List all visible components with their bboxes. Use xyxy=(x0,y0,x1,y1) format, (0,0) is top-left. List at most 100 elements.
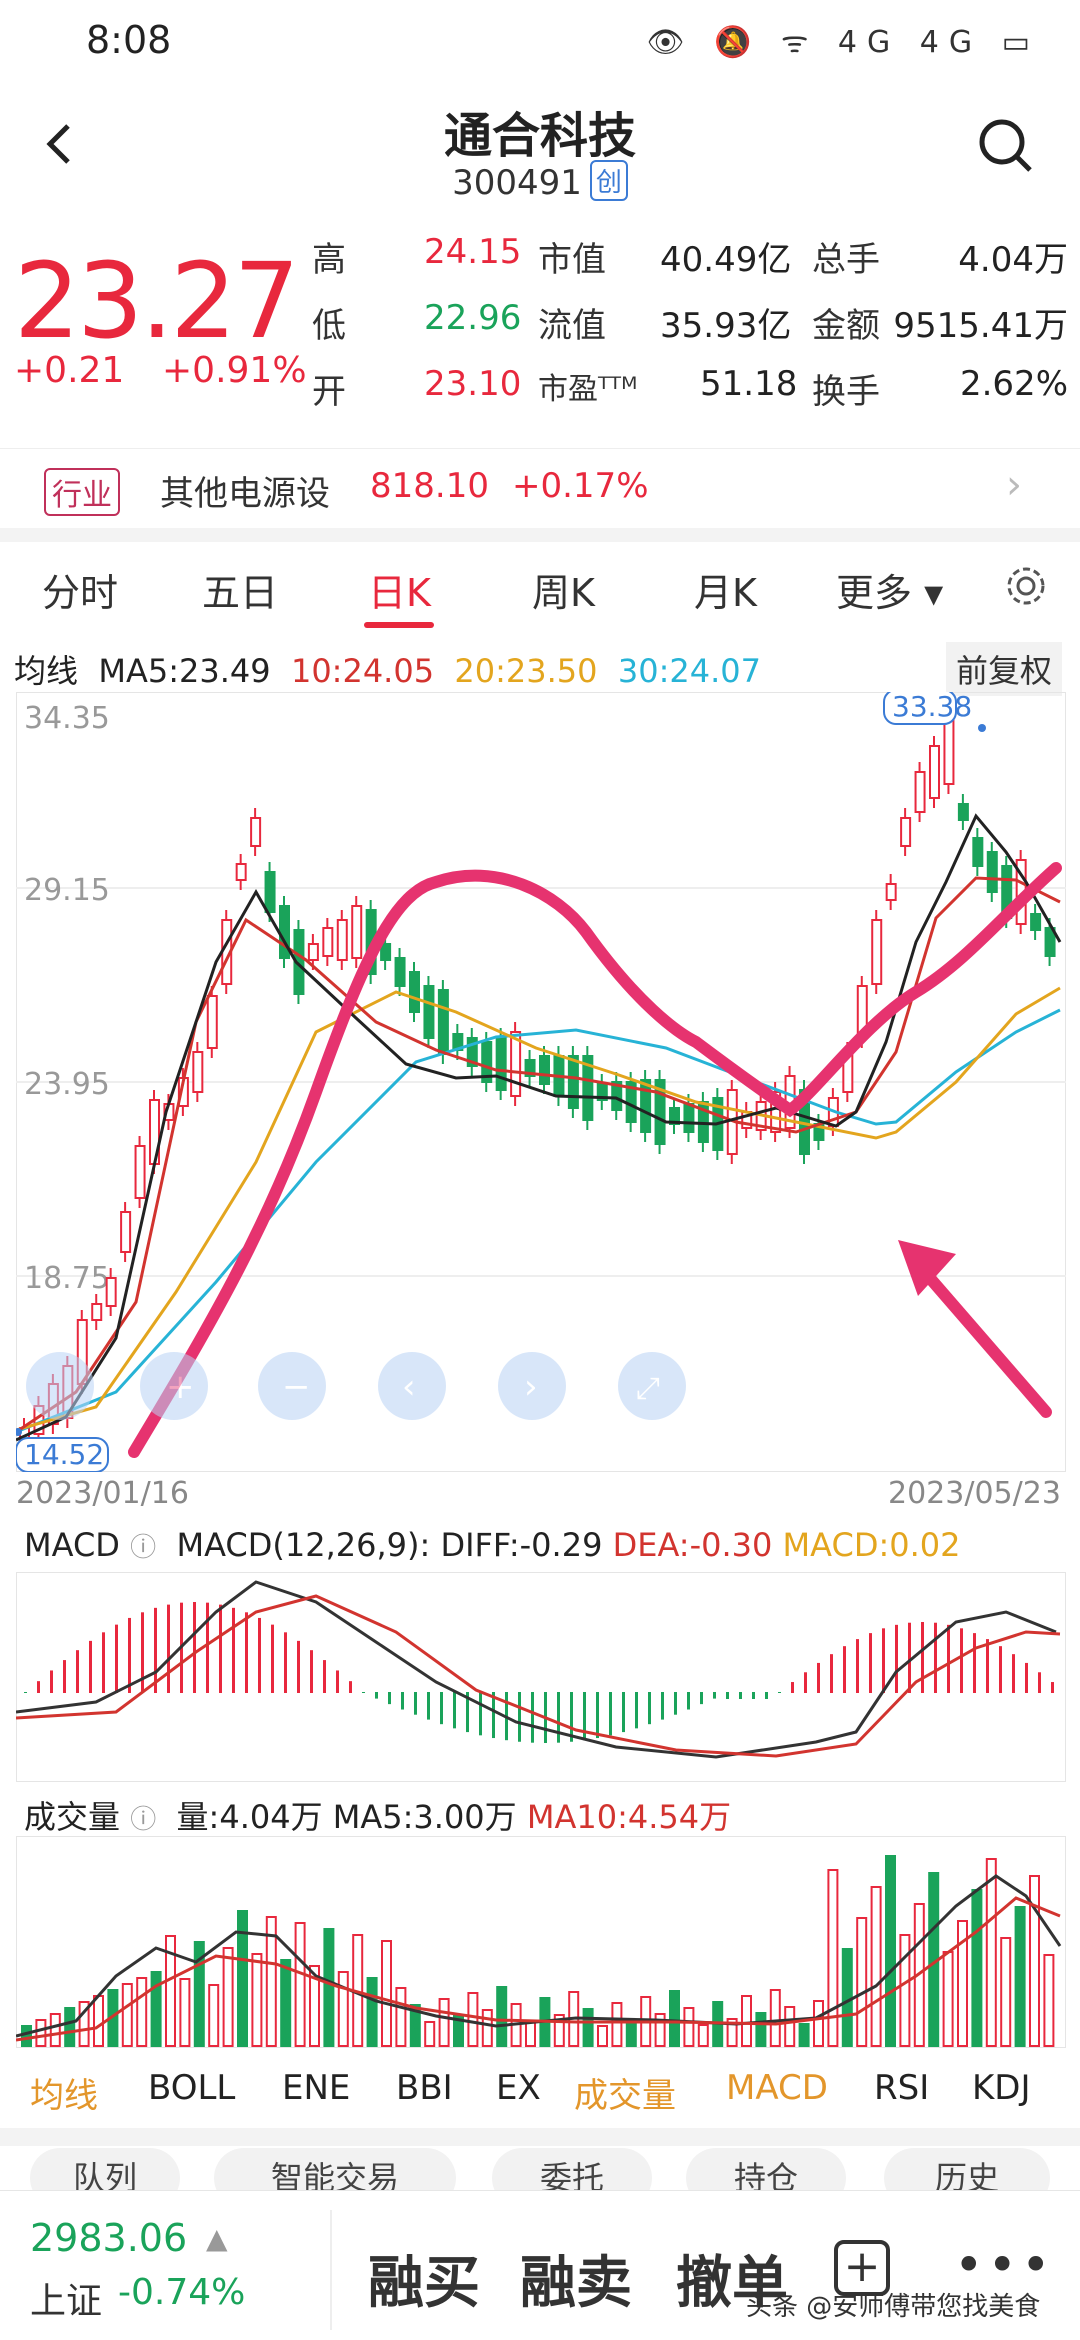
macd-bar xyxy=(622,1692,625,1733)
macd-bar xyxy=(89,1640,92,1693)
tab-daily-k[interactable]: 日K xyxy=(368,562,431,617)
margin-sell-button[interactable]: 融卖 xyxy=(520,2238,632,2319)
candle-body xyxy=(914,771,926,813)
help-icon[interactable]: ⓘ xyxy=(130,1805,156,1835)
tab-more[interactable]: 更多 ▾ xyxy=(836,562,943,617)
ind-tab-kdj[interactable]: KDJ xyxy=(972,2068,1031,2108)
macd-bar xyxy=(765,1692,768,1699)
macd-bar xyxy=(24,1692,27,1693)
candle-body xyxy=(986,851,998,893)
chart-controls: + − ‹ › ⤢ xyxy=(26,1352,686,1420)
volume-bar xyxy=(381,1940,392,2047)
volume-bar xyxy=(496,1986,508,2047)
macd-bar xyxy=(921,1622,924,1693)
minus-icon: − xyxy=(282,1367,311,1407)
kline-chart[interactable]: 34.35 29.15 23.95 18.75 33.38 14.52 + − … xyxy=(16,692,1066,1472)
volume-bar xyxy=(366,1977,378,2047)
macd-dea: DEA:-0.30 xyxy=(612,1526,773,1564)
value-high: 24.15 xyxy=(424,232,522,272)
volume-bar xyxy=(481,2009,493,2047)
macd-bar xyxy=(1012,1654,1015,1693)
volume-chart[interactable] xyxy=(16,1836,1066,2048)
macd-bar xyxy=(947,1624,950,1693)
settings-button[interactable] xyxy=(1004,564,1048,608)
macd-bar xyxy=(817,1662,820,1693)
candle-body xyxy=(929,745,940,799)
macd-bar xyxy=(271,1624,274,1693)
candle-body xyxy=(120,1211,132,1253)
macd-bar xyxy=(973,1633,976,1693)
volume-bar xyxy=(208,1984,220,2047)
tab-five-day[interactable]: 五日 xyxy=(202,562,278,617)
macd-bar xyxy=(76,1650,79,1693)
macd-bar xyxy=(414,1692,417,1715)
volume-bar xyxy=(741,1995,752,2047)
volume-bar xyxy=(827,1869,839,2047)
ind-tab-rsi[interactable]: RSI xyxy=(874,2068,929,2108)
macd-bar xyxy=(882,1628,885,1693)
candle-body xyxy=(871,919,883,985)
candle-body xyxy=(394,957,406,987)
candle-body xyxy=(351,905,363,959)
ind-tab-macd[interactable]: MACD xyxy=(726,2068,828,2108)
ind-tab-boll[interactable]: BOLL xyxy=(148,2068,235,2108)
volume-bar xyxy=(755,2012,767,2047)
industry-index: 818.10 xyxy=(370,466,489,506)
macd-chart[interactable] xyxy=(16,1572,1066,1782)
label-float-cap: 流值 xyxy=(538,306,606,346)
reset-button[interactable] xyxy=(26,1352,94,1420)
macd-bar xyxy=(258,1617,261,1693)
tab-monthly-k[interactable]: 月K xyxy=(694,562,757,617)
tab-weekly-k[interactable]: 周K xyxy=(532,562,595,617)
macd-bar xyxy=(531,1692,534,1743)
status-icons: 👁 🔕 ᯤ 4G 4G ▭ xyxy=(646,25,1040,60)
macd-bar xyxy=(739,1692,742,1699)
search-button[interactable] xyxy=(976,116,1036,176)
candle-body xyxy=(307,943,319,961)
volume-bars xyxy=(21,1855,1055,2047)
volume-bar xyxy=(49,2013,61,2047)
index-value[interactable]: 2983.06 xyxy=(30,2216,187,2260)
volume-bar xyxy=(222,1947,234,2047)
volume-bar xyxy=(856,1917,868,2047)
price-change: +0.21 xyxy=(14,350,125,391)
volume-bar xyxy=(683,2007,695,2047)
help-icon[interactable]: ⓘ xyxy=(130,1533,156,1563)
annotation-arrowhead xyxy=(898,1240,956,1296)
adjust-button[interactable]: 前复权 xyxy=(946,642,1063,696)
margin-buy-button[interactable]: 融买 xyxy=(368,2238,480,2319)
date-end: 2023/05/23 xyxy=(888,1476,1061,1511)
tab-intraday[interactable]: 分时 xyxy=(42,562,118,617)
candle-body xyxy=(423,985,435,1039)
candle-body xyxy=(567,1055,579,1109)
ind-tab-ene[interactable]: ENE xyxy=(282,2068,350,2108)
macd-bar xyxy=(310,1650,313,1693)
macd-bar xyxy=(1038,1672,1041,1693)
ind-tab-bbi[interactable]: BBI xyxy=(396,2068,453,2108)
y-tick: 23.95 xyxy=(24,1067,110,1102)
label-open: 开 xyxy=(312,372,346,412)
candle-body xyxy=(235,863,247,881)
ind-tab-ma[interactable]: 均线 xyxy=(30,2068,98,2117)
ind-tab-volume[interactable]: 成交量 xyxy=(574,2068,676,2117)
volume-bar xyxy=(525,2020,536,2047)
macd-bar xyxy=(869,1633,872,1693)
macd-bar xyxy=(206,1602,209,1693)
macd-bar xyxy=(830,1654,833,1693)
ind-tab-ex[interactable]: EX xyxy=(496,2068,541,2108)
value-turnover: 2.62% xyxy=(959,364,1068,404)
ma20-value: 20:23.50 xyxy=(454,652,598,690)
volume-bar xyxy=(899,1934,911,2047)
volume-ma10: MA10:4.54万 xyxy=(526,1798,732,1836)
stock-code: 300491 xyxy=(452,163,582,203)
macd-bar xyxy=(895,1624,898,1693)
candle-body xyxy=(105,1277,117,1307)
macd-bar xyxy=(1051,1682,1054,1693)
gear-icon xyxy=(1007,567,1045,605)
chevron-right-icon[interactable]: › xyxy=(1006,462,1022,508)
volume-bar xyxy=(769,1989,781,2047)
macd-bar xyxy=(648,1692,651,1725)
volume-bar xyxy=(395,1987,407,2047)
candle-body xyxy=(91,1303,103,1321)
tab-underline xyxy=(364,622,434,628)
